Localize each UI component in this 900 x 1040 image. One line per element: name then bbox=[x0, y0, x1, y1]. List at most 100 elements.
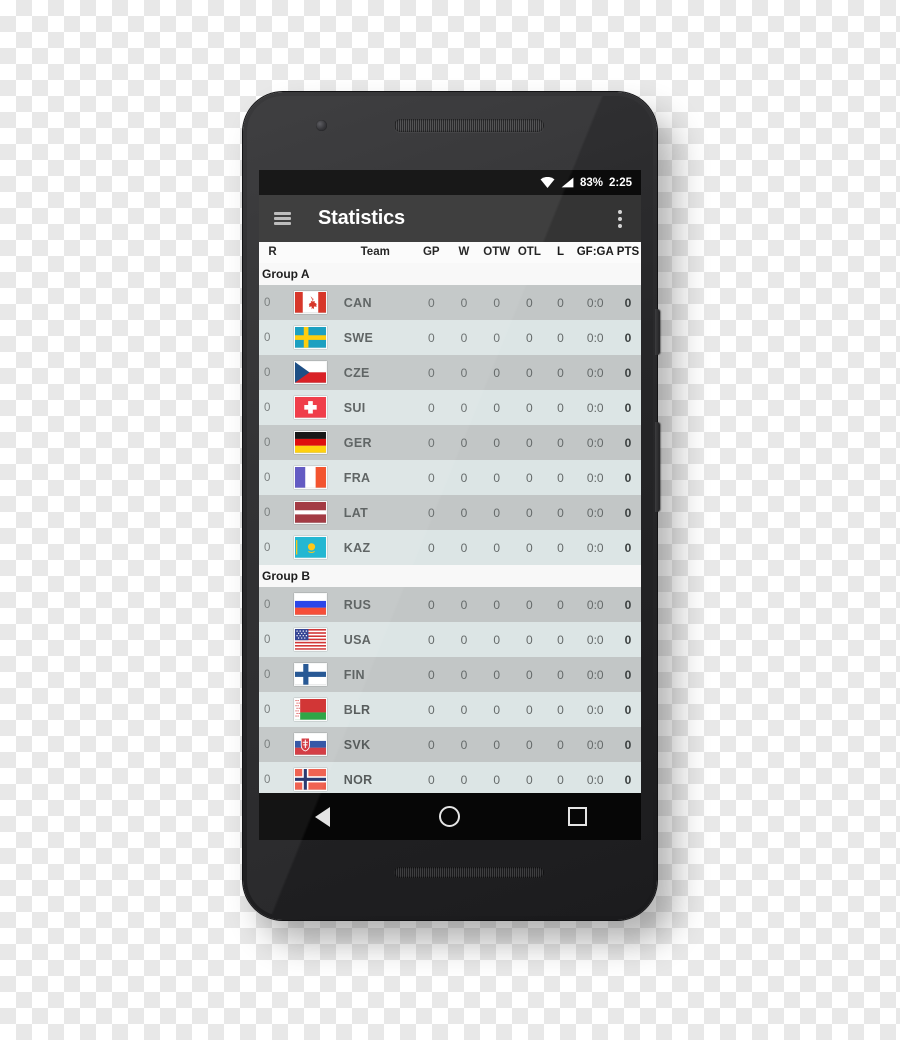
cell-otl: 0 bbox=[513, 587, 546, 622]
canada-flag bbox=[294, 291, 328, 314]
table-row[interactable]: 0 SVK 0 0 0 0 0 0:0 0 bbox=[259, 727, 641, 762]
wifi-icon bbox=[540, 177, 555, 188]
back-button[interactable] bbox=[300, 793, 346, 840]
cell-team-code: SVK bbox=[335, 727, 415, 762]
group-header-row: Group B bbox=[259, 565, 641, 587]
cell-otl: 0 bbox=[513, 390, 546, 425]
cell-pts: 0 bbox=[614, 727, 641, 762]
cell-gfga: 0:0 bbox=[575, 762, 615, 797]
volume-rocker-button[interactable] bbox=[655, 422, 660, 512]
cell-gp: 0 bbox=[414, 460, 448, 495]
cell-rank: 0 bbox=[259, 390, 286, 425]
cell-otl: 0 bbox=[513, 657, 546, 692]
cell-rank: 0 bbox=[259, 692, 286, 727]
hamburger-menu-icon[interactable] bbox=[274, 212, 291, 225]
cell-gfga: 0:0 bbox=[575, 587, 615, 622]
table-row[interactable]: 0 NOR 0 0 0 0 0 0:0 0 bbox=[259, 762, 641, 797]
cell-team-code: CAN bbox=[335, 285, 415, 320]
column-header-pts[interactable]: PTS bbox=[614, 242, 641, 263]
cell-otl: 0 bbox=[513, 285, 546, 320]
table-row[interactable]: 0 FRA 0 0 0 0 0 0:0 0 bbox=[259, 460, 641, 495]
table-row[interactable]: 0 LAT 0 0 0 0 0 0:0 0 bbox=[259, 495, 641, 530]
column-header-w[interactable]: W bbox=[447, 242, 481, 263]
finland-flag bbox=[294, 663, 328, 686]
cell-l: 0 bbox=[545, 622, 576, 657]
cell-otw: 0 bbox=[480, 285, 514, 320]
table-row[interactable]: 0 CZE 0 0 0 0 0 0:0 0 bbox=[259, 355, 641, 390]
czech-flag bbox=[294, 361, 328, 384]
back-triangle-icon bbox=[315, 806, 331, 827]
cell-w: 0 bbox=[447, 622, 481, 657]
cell-pts: 0 bbox=[614, 587, 641, 622]
cell-w: 0 bbox=[447, 390, 481, 425]
cell-rank: 0 bbox=[259, 622, 286, 657]
column-header-l[interactable]: L bbox=[545, 242, 576, 263]
bottom-speaker-grille bbox=[394, 867, 544, 878]
cell-rank: 0 bbox=[259, 657, 286, 692]
cell-team-code: GER bbox=[335, 425, 415, 460]
cell-gfga: 0:0 bbox=[575, 657, 615, 692]
table-row[interactable]: 0 BLR 0 0 0 0 0 0:0 0 bbox=[259, 692, 641, 727]
cell-gp: 0 bbox=[414, 587, 448, 622]
table-row[interactable]: 0 RUS 0 0 0 0 0 0:0 0 bbox=[259, 587, 641, 622]
cell-pts: 0 bbox=[614, 460, 641, 495]
cell-gp: 0 bbox=[414, 285, 448, 320]
group-label: Group B bbox=[259, 565, 641, 587]
cell-gfga: 0:0 bbox=[575, 530, 615, 565]
cell-pts: 0 bbox=[614, 657, 641, 692]
cell-l: 0 bbox=[545, 355, 576, 390]
cell-team-code: NOR bbox=[335, 762, 415, 797]
table-row[interactable]: 0 GER 0 0 0 0 0 0:0 0 bbox=[259, 425, 641, 460]
cell-otl: 0 bbox=[513, 425, 546, 460]
cell-w: 0 bbox=[447, 355, 481, 390]
cell-rank: 0 bbox=[259, 460, 286, 495]
table-row[interactable]: 0 SWE 0 0 0 0 0 0:0 0 bbox=[259, 320, 641, 355]
standings-table-container[interactable]: R Team GP W OTW OTL L GF:GA PTS Group A0… bbox=[259, 242, 641, 797]
cell-otw: 0 bbox=[480, 530, 514, 565]
table-row[interactable]: 0 KAZ 0 0 0 0 0 0:0 0 bbox=[259, 530, 641, 565]
cell-w: 0 bbox=[447, 530, 481, 565]
cell-w: 0 bbox=[447, 727, 481, 762]
cell-l: 0 bbox=[545, 390, 576, 425]
signal-icon bbox=[561, 177, 574, 188]
cell-w: 0 bbox=[447, 320, 481, 355]
column-header-team[interactable]: Team bbox=[335, 242, 415, 263]
cell-team-code: KAZ bbox=[335, 530, 415, 565]
cell-otw: 0 bbox=[480, 727, 514, 762]
recents-square-icon bbox=[567, 807, 587, 826]
cell-team-code: BLR bbox=[335, 692, 415, 727]
cell-w: 0 bbox=[447, 692, 481, 727]
home-circle-icon bbox=[439, 806, 461, 827]
column-header-otw[interactable]: OTW bbox=[480, 242, 514, 263]
power-button[interactable] bbox=[655, 309, 660, 355]
standings-table: R Team GP W OTW OTL L GF:GA PTS Group A0… bbox=[259, 242, 641, 797]
home-button[interactable] bbox=[427, 793, 473, 840]
table-row[interactable]: 0 SUI 0 0 0 0 0 0:0 0 bbox=[259, 390, 641, 425]
table-row[interactable]: 0 FIN 0 0 0 0 0 0:0 0 bbox=[259, 657, 641, 692]
phone-device-frame: 83% 2:25 Statistics R Team GP W OTW OTL … bbox=[243, 92, 660, 920]
table-row[interactable]: 0 USA 0 0 0 0 0 0:0 0 bbox=[259, 622, 641, 657]
table-row[interactable]: 0 CAN 0 0 0 0 0 0:0 0 bbox=[259, 285, 641, 320]
column-header-rank[interactable]: R bbox=[259, 242, 286, 263]
cell-team-code: RUS bbox=[335, 587, 415, 622]
cell-flag bbox=[285, 622, 336, 657]
column-header-otl[interactable]: OTL bbox=[513, 242, 546, 263]
cell-gp: 0 bbox=[414, 320, 448, 355]
cell-pts: 0 bbox=[614, 320, 641, 355]
cell-w: 0 bbox=[447, 657, 481, 692]
cell-gp: 0 bbox=[414, 692, 448, 727]
recents-button[interactable] bbox=[554, 793, 600, 840]
cell-otl: 0 bbox=[513, 355, 546, 390]
front-camera-icon bbox=[316, 120, 327, 131]
cell-gp: 0 bbox=[414, 622, 448, 657]
latvia-flag bbox=[294, 501, 328, 524]
column-header-gfga[interactable]: GF:GA bbox=[575, 242, 615, 263]
column-header-gp[interactable]: GP bbox=[414, 242, 448, 263]
cell-flag bbox=[285, 587, 336, 622]
cell-flag bbox=[285, 460, 336, 495]
cell-team-code: FIN bbox=[335, 657, 415, 692]
cell-team-code: SWE bbox=[335, 320, 415, 355]
overflow-menu-icon[interactable] bbox=[611, 209, 629, 229]
group-header-row: Group A bbox=[259, 263, 641, 285]
cell-l: 0 bbox=[545, 657, 576, 692]
